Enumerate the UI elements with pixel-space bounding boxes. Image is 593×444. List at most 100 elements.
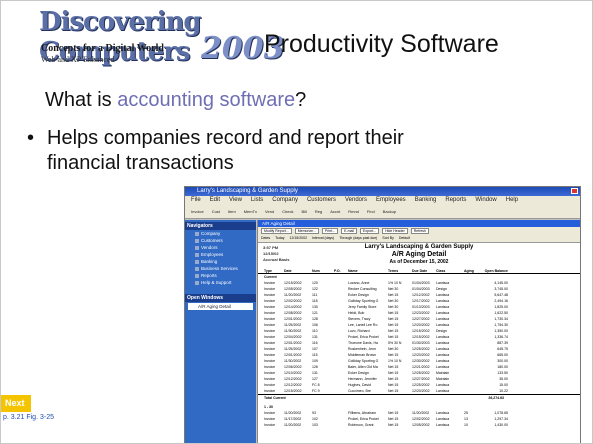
nav-icon <box>195 252 199 257</box>
menu-item-view[interactable]: View <box>229 196 242 205</box>
accounting-software-link[interactable]: accounting software <box>117 89 295 111</box>
toolbar-button-invoice[interactable]: Invoice <box>191 209 204 214</box>
quickbooks-screenshot: Larry's Landscaping & Garden Supply File… <box>184 186 581 443</box>
table-cell: 10.22 <box>499 389 508 393</box>
report-option[interactable]: Today <box>275 236 284 241</box>
nav-item-reports[interactable]: Reports <box>185 272 256 279</box>
report-button[interactable]: Memorize... <box>294 228 319 234</box>
nav-item-label: Company <box>201 231 221 236</box>
nav-item-label: Vendors <box>201 245 218 250</box>
column-header[interactable]: Class <box>436 269 464 273</box>
nav-icon <box>195 259 199 264</box>
table-cell: Invoice <box>264 389 276 393</box>
report-window-title: A/R Aging Detail <box>258 220 580 227</box>
toolbar-button-memtx[interactable]: MemTx <box>244 209 257 214</box>
column-header[interactable]: Name <box>348 269 388 273</box>
app-window-title: Larry's Landscaping & Garden Supply <box>197 188 298 194</box>
toolbar-button-bill[interactable]: Bill <box>302 209 307 214</box>
question-line: What is accounting software? <box>45 89 306 112</box>
bullet-line-2: financial transactions <box>47 152 234 174</box>
menu-item-file[interactable]: File <box>191 196 201 205</box>
column-header[interactable]: P.O. <box>334 269 348 273</box>
logo-edition: Web and XP Enhanced <box>41 55 115 64</box>
report-option[interactable]: Sort By <box>382 236 393 241</box>
nav-item-label: Customers <box>201 238 223 243</box>
report-options-bar: Dates Today 12/15/2002 Interval (days) Throu… <box>258 235 580 243</box>
menu-item-reports[interactable]: Reports <box>445 196 466 205</box>
column-header[interactable]: Due Date <box>412 269 436 273</box>
report-option[interactable]: Default <box>399 236 410 241</box>
column-header[interactable]: Type <box>264 269 284 273</box>
menu-item-vendors[interactable]: Vendors <box>345 196 367 205</box>
total-current-row: Total Current 26,274.63 <box>258 394 580 401</box>
menu-item-company[interactable]: Company <box>272 196 298 205</box>
nav-item-label: Help & Support <box>201 280 232 285</box>
toolbar-button-item[interactable]: Item <box>228 209 236 214</box>
column-header[interactable]: Num <box>312 269 334 273</box>
table-cell: Invoice <box>264 423 276 427</box>
toolbar-button-check[interactable]: Check <box>282 209 293 214</box>
nav-icon <box>195 280 199 285</box>
table-cell: 12/05/2002 <box>412 423 430 427</box>
report-option[interactable]: Interval (days) <box>312 236 334 241</box>
table-cell: 103 <box>312 423 318 427</box>
report-button[interactable]: Modify Report... <box>261 228 292 234</box>
table-cell: FC 9 <box>312 389 320 393</box>
toolbar-button-find[interactable]: Find <box>367 209 375 214</box>
close-icon[interactable] <box>571 188 578 194</box>
nav-item-employees[interactable]: Employees <box>185 251 256 258</box>
report-button[interactable]: Hide Header <box>382 228 408 234</box>
menu-item-help[interactable]: Help <box>506 196 518 205</box>
report-button[interactable]: Print... <box>322 228 339 234</box>
column-header[interactable]: Date <box>284 269 312 273</box>
toolbar-button-rmnd[interactable]: Rmnd <box>348 209 359 214</box>
column-header[interactable]: Open Balance <box>478 269 508 273</box>
column-header[interactable]: Aging <box>464 269 478 273</box>
report-button[interactable]: Export... <box>360 228 380 234</box>
menu-item-lists[interactable]: Lists <box>251 196 263 205</box>
table-cell: 10 <box>464 423 468 427</box>
menu-item-customers[interactable]: Customers <box>307 196 336 205</box>
open-window-item[interactable]: A/R Aging Detail <box>188 303 253 310</box>
menu-item-banking[interactable]: Banking <box>415 196 437 205</box>
column-header[interactable]: Terms <box>388 269 412 273</box>
report-company: Larry's Landscaping & Garden Supply <box>364 244 474 250</box>
toolbar-button-accnt[interactable]: Accnt <box>330 209 340 214</box>
menu-item-edit[interactable]: Edit <box>210 196 220 205</box>
nav-item-label: Employees <box>201 252 224 257</box>
nav-item-help-support[interactable]: Help & Support <box>185 279 256 286</box>
nav-item-label: Business Services <box>201 266 238 271</box>
toolbar-button-backup[interactable]: Backup <box>383 209 396 214</box>
next-button[interactable]: Next <box>1 395 31 412</box>
nav-item-banking[interactable]: Banking <box>185 258 256 265</box>
app-toolbar: Invoice Cust Item MemTx Vend Check Bill Reg Accn… <box>185 205 580 219</box>
table-cell <box>464 388 478 394</box>
open-windows-header: Open Windows <box>185 294 256 302</box>
toolbar-button-vend[interactable]: Vend <box>265 209 274 214</box>
menu-item-window[interactable]: Window <box>475 196 496 205</box>
report-option[interactable]: Through (days past due) <box>339 236 377 241</box>
nav-icon <box>195 245 199 250</box>
discovering-computers-logo: Discovering Computers 2003 Concepts for … <box>35 7 285 69</box>
report-name: A/R Aging Detail <box>391 251 447 258</box>
report-header: 3:57 PM 12/15/02 Accrual Basis Larry's L… <box>258 243 580 269</box>
report-option[interactable]: 12/15/2002 <box>290 236 308 241</box>
report-button[interactable]: E-mail <box>341 228 358 234</box>
nav-item-company[interactable]: Company <box>185 230 256 237</box>
bullet-dot: • <box>27 127 35 149</box>
nav-item-business-services[interactable]: Business Services <box>185 265 256 272</box>
nav-item-label: Reports <box>201 273 217 278</box>
toolbar-button-reg[interactable]: Reg <box>315 209 322 214</box>
slide-title: Productivity Software <box>264 30 499 58</box>
nav-item-customers[interactable]: Customers <box>185 237 256 244</box>
logo-tagline: Concepts for a Digital World <box>41 43 164 54</box>
table-cell <box>334 388 348 394</box>
table-cell: Net 15 <box>388 423 399 427</box>
report-option[interactable]: Dates <box>261 236 270 241</box>
report-rows-current: Invoice 12/15/2002 120 Lozano, Anne 1% 10 N0… <box>258 280 580 394</box>
menu-item-employees[interactable]: Employees <box>376 196 406 205</box>
toolbar-button-cust[interactable]: Cust <box>212 209 220 214</box>
report-button[interactable]: Refresh <box>410 228 430 234</box>
nav-item-vendors[interactable]: Vendors <box>185 244 256 251</box>
table-row[interactable]: Invoice 11/20/2002 103 Robinson, Grant Net 1… <box>258 422 580 428</box>
